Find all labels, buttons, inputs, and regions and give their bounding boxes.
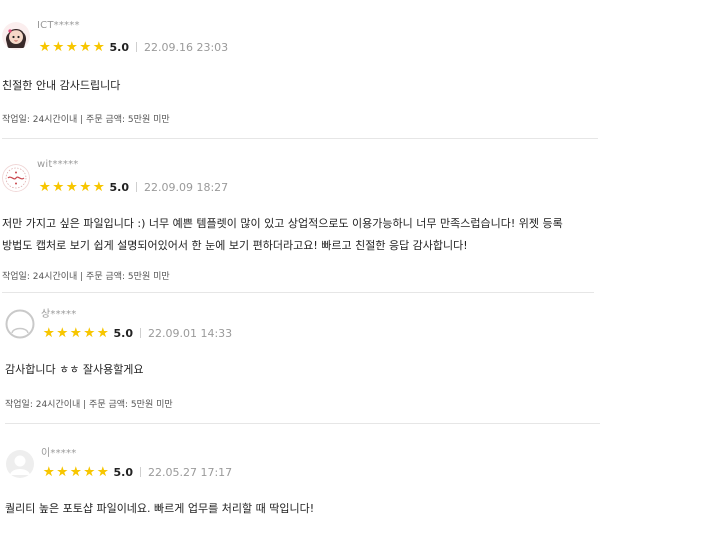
review-date: 22.05.27 17:17	[148, 465, 233, 479]
star-icon: ★	[42, 325, 55, 341]
order-info: 작업일: 24시간이내 | 주문 금액: 5만원 미만	[5, 400, 173, 410]
review-date: 22.09.09 18:27	[144, 180, 229, 194]
order-info: 작업일: 24시간이내 | 주문 금액: 5만원 미만	[2, 272, 170, 282]
separator	[136, 42, 137, 52]
star-icon: ★	[65, 179, 78, 195]
star-icon: ★	[96, 464, 109, 480]
star-rating: ★ ★ ★ ★ ★	[38, 39, 106, 55]
rating-row: ★ ★ ★ ★ ★ 5.0 22.05.27 17:17	[42, 464, 233, 480]
star-icon: ★	[92, 39, 105, 55]
star-icon: ★	[65, 39, 78, 55]
star-icon: ★	[79, 179, 92, 195]
divider	[5, 423, 600, 424]
review-date: 22.09.16 23:03	[144, 40, 229, 54]
divider	[2, 292, 594, 293]
character-avatar-icon[interactable]	[2, 22, 30, 50]
star-icon: ★	[79, 39, 92, 55]
review-date: 22.09.01 14:33	[148, 326, 233, 340]
default-user-avatar-icon[interactable]	[5, 449, 35, 479]
reviewer-name: 상*****	[41, 309, 77, 320]
star-icon: ★	[83, 464, 96, 480]
rating-score: 5.0	[113, 465, 134, 479]
review-text: 저만 가지고 싶은 파일입니다 :) 너무 예쁜 템플렛이 많이 있고 상업적으…	[2, 217, 563, 252]
separator	[136, 182, 137, 192]
star-rating: ★ ★ ★ ★ ★	[42, 464, 110, 480]
reviewer-name: 이*****	[41, 448, 77, 459]
star-icon: ★	[56, 464, 69, 480]
reviewer-name: wit*****	[37, 159, 79, 170]
star-icon: ★	[38, 39, 51, 55]
star-icon: ★	[83, 325, 96, 341]
star-icon: ★	[69, 464, 82, 480]
star-icon: ★	[56, 325, 69, 341]
star-rating: ★ ★ ★ ★ ★	[38, 179, 106, 195]
star-icon: ★	[96, 325, 109, 341]
rating-row: ★ ★ ★ ★ ★ 5.0 22.09.01 14:33	[42, 325, 233, 341]
order-info: 작업일: 24시간이내 | 주문 금액: 5만원 미만	[2, 115, 170, 125]
rating-row: ★ ★ ★ ★ ★ 5.0 22.09.09 18:27	[38, 179, 229, 195]
reviewer-name: ICT*****	[37, 20, 80, 31]
star-icon: ★	[52, 179, 65, 195]
separator	[140, 467, 141, 477]
star-rating: ★ ★ ★ ★ ★	[42, 325, 110, 341]
review-text: 친절한 안내 감사드립니다	[2, 79, 121, 92]
rating-score: 5.0	[109, 40, 130, 54]
star-icon: ★	[42, 464, 55, 480]
star-icon: ★	[92, 179, 105, 195]
rating-row: ★ ★ ★ ★ ★ 5.0 22.09.16 23:03	[38, 39, 229, 55]
separator	[140, 328, 141, 338]
brand-logo-avatar-icon[interactable]	[2, 164, 30, 192]
review-text: 퀄리티 높은 포토샵 파일이네요. 빠르게 업무를 처리할 때 딱입니다!	[5, 502, 315, 515]
star-icon: ★	[52, 39, 65, 55]
star-icon: ★	[38, 179, 51, 195]
review-text: 감사합니다 ㅎㅎ 잘사용할게요	[5, 363, 144, 376]
default-user-avatar-icon[interactable]	[5, 309, 35, 339]
star-icon: ★	[69, 325, 82, 341]
rating-score: 5.0	[113, 326, 134, 340]
rating-score: 5.0	[109, 180, 130, 194]
divider	[2, 138, 598, 139]
